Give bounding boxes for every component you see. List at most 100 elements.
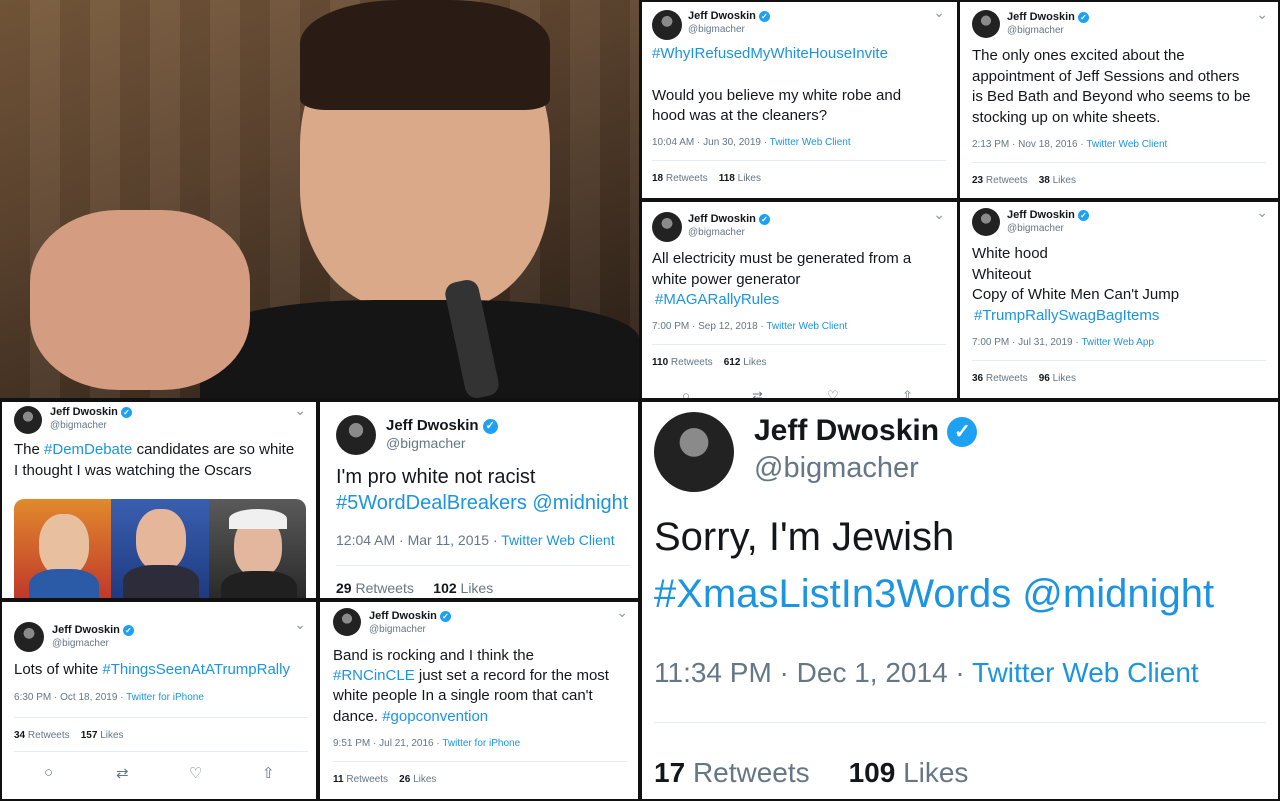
avatar[interactable] bbox=[336, 415, 376, 455]
tweet-card[interactable]: Jeff Dwoskin ✓ @bigmacher ⌄ Lots of whit… bbox=[2, 602, 316, 799]
chevron-down-icon[interactable]: ⌄ bbox=[933, 4, 945, 21]
user-handle[interactable]: @bigmacher bbox=[1007, 223, 1064, 234]
tweet-stats: 11 Retweets 26 Likes bbox=[333, 774, 436, 785]
tweet-card[interactable]: Jeff Dwoskin ✓ @bigmacher ⌄ Band is rock… bbox=[320, 602, 638, 799]
tweet-stats: 36 Retweets 96 Likes bbox=[972, 373, 1076, 384]
reply-icon[interactable]: ○ bbox=[682, 388, 690, 398]
retweet-count[interactable]: 110 bbox=[652, 357, 668, 368]
tweet-card[interactable]: Jeff Dwoskin ✓ @bigmacher I'm pro white … bbox=[320, 402, 638, 598]
like-count[interactable]: 96 bbox=[1039, 373, 1050, 384]
source-link[interactable]: Twitter Web App bbox=[1081, 337, 1154, 348]
tweet-meta: 7:00 PM · Sep 12, 2018 · Twitter Web Cli… bbox=[652, 321, 847, 332]
retweet-count[interactable]: 23 bbox=[972, 175, 983, 186]
tweet-card[interactable]: Jeff Dwoskin ✓ @bigmacher ⌄ #WhyIRefused… bbox=[642, 2, 957, 198]
hashtag-link[interactable]: #DemDebate bbox=[44, 441, 132, 458]
like-count[interactable]: 26 bbox=[399, 774, 410, 785]
like-icon[interactable]: ♡ bbox=[189, 764, 202, 782]
user-handle[interactable]: @bigmacher bbox=[369, 624, 426, 635]
retweet-count[interactable]: 18 bbox=[652, 173, 663, 184]
tweet-image[interactable] bbox=[14, 499, 306, 598]
likes-label: Likes bbox=[737, 173, 761, 184]
image-candidate-3 bbox=[208, 499, 306, 598]
retweet-count[interactable]: 36 bbox=[972, 373, 983, 384]
retweet-icon[interactable]: ⇄ bbox=[116, 764, 129, 782]
hashtag-link[interactable]: #WhyIRefusedMyWhiteHouseInvite bbox=[652, 45, 888, 62]
source-link[interactable]: Twitter Web Client bbox=[972, 657, 1199, 688]
user-name[interactable]: Jeff Dwoskin ✓ bbox=[369, 610, 451, 622]
hashtag-link[interactable]: #RNCinCLE bbox=[333, 667, 415, 684]
user-name-text: Jeff Dwoskin bbox=[1007, 209, 1075, 221]
hashtag-link[interactable]: #XmasListIn3Words @midnight bbox=[654, 572, 1214, 617]
like-count[interactable]: 118 bbox=[719, 173, 735, 184]
avatar[interactable] bbox=[972, 208, 1000, 236]
reply-icon[interactable]: ○ bbox=[44, 764, 53, 781]
verified-icon: ✓ bbox=[482, 418, 498, 434]
source-link[interactable]: Twitter Web Client bbox=[766, 321, 847, 332]
avatar[interactable] bbox=[14, 622, 44, 652]
avatar[interactable] bbox=[652, 10, 682, 40]
user-handle[interactable]: @bigmacher bbox=[688, 24, 745, 35]
user-handle[interactable]: @bigmacher bbox=[386, 435, 466, 451]
avatar[interactable] bbox=[654, 412, 734, 492]
user-name-text: Jeff Dwoskin bbox=[369, 610, 437, 622]
user-handle[interactable]: @bigmacher bbox=[52, 638, 109, 649]
retweet-count[interactable]: 34 bbox=[14, 730, 25, 741]
divider bbox=[333, 761, 627, 762]
timestamp: 11:34 PM · Dec 1, 2014 · bbox=[654, 657, 973, 688]
like-icon[interactable]: ♡ bbox=[827, 388, 839, 398]
chevron-down-icon[interactable]: ⌄ bbox=[933, 206, 945, 223]
tweet-stats: 23 Retweets 38 Likes bbox=[972, 175, 1076, 186]
source-link[interactable]: Twitter for iPhone bbox=[442, 738, 520, 749]
chevron-down-icon[interactable]: ⌄ bbox=[294, 402, 306, 419]
user-name[interactable]: Jeff Dwoskin ✓ bbox=[688, 10, 770, 22]
retweet-count[interactable]: 29 bbox=[336, 580, 352, 596]
hashtag-link[interactable]: #ThingsSeenAtATrumpRally bbox=[102, 661, 290, 678]
user-name[interactable]: Jeff Dwoskin ✓ bbox=[1007, 11, 1089, 23]
hashtag-link[interactable]: #MAGARallyRules bbox=[655, 291, 779, 308]
user-name[interactable]: Jeff Dwoskin ✓ bbox=[1007, 209, 1089, 221]
like-count[interactable]: 102 bbox=[433, 580, 456, 596]
tweet-card[interactable]: Jeff Dwoskin ✓ @bigmacher ⌄ The only one… bbox=[960, 2, 1278, 198]
avatar[interactable] bbox=[972, 10, 1000, 38]
like-count[interactable]: 109 bbox=[849, 757, 896, 788]
avatar[interactable] bbox=[333, 608, 361, 636]
source-link[interactable]: Twitter Web Client bbox=[770, 137, 851, 148]
retweet-icon[interactable]: ⇄ bbox=[752, 388, 763, 398]
user-handle[interactable]: @bigmacher bbox=[50, 420, 107, 431]
retweet-count[interactable]: 17 bbox=[654, 757, 685, 788]
hashtag-link[interactable]: #5WordDealBreakers @midnight bbox=[336, 492, 628, 515]
source-link[interactable]: Twitter for iPhone bbox=[126, 692, 204, 703]
verified-icon: ✓ bbox=[1077, 11, 1089, 23]
chevron-down-icon[interactable]: ⌄ bbox=[294, 616, 306, 633]
tweet-card[interactable]: Jeff Dwoskin ✓ @bigmacher ⌄ All electric… bbox=[642, 202, 957, 398]
like-count[interactable]: 157 bbox=[81, 730, 98, 741]
user-name[interactable]: Jeff Dwoskin ✓ bbox=[754, 414, 978, 448]
user-handle[interactable]: @bigmacher bbox=[688, 227, 745, 238]
tweet-card[interactable]: Jeff Dwoskin ✓ @bigmacher ⌄ The #DemDeba… bbox=[2, 402, 316, 598]
retweet-count[interactable]: 11 bbox=[333, 774, 344, 785]
share-icon[interactable]: ⇧ bbox=[902, 388, 913, 398]
tweet-card[interactable]: Jeff Dwoskin ✓ @bigmacher ⌄ White hood W… bbox=[960, 202, 1278, 398]
chevron-down-icon[interactable]: ⌄ bbox=[616, 604, 628, 621]
like-count[interactable]: 612 bbox=[724, 357, 741, 368]
like-count[interactable]: 38 bbox=[1039, 175, 1050, 186]
user-name[interactable]: Jeff Dwoskin ✓ bbox=[386, 417, 498, 434]
timestamp: 10:04 AM · Jun 30, 2019 · bbox=[652, 137, 770, 148]
user-handle[interactable]: @bigmacher bbox=[1007, 25, 1064, 36]
user-handle[interactable]: @bigmacher bbox=[754, 452, 919, 485]
retweets-label: Retweets bbox=[665, 173, 708, 184]
user-name-text: Jeff Dwoskin bbox=[688, 213, 756, 225]
user-name[interactable]: Jeff Dwoskin ✓ bbox=[52, 624, 134, 636]
tweet-card[interactable]: Jeff Dwoskin ✓ @bigmacher Sorry, I'm Jew… bbox=[642, 402, 1278, 799]
hashtag-link[interactable]: #gopconvention bbox=[382, 708, 488, 725]
share-icon[interactable]: ⇧ bbox=[262, 764, 275, 782]
source-link[interactable]: Twitter Web Client bbox=[1086, 139, 1167, 150]
chevron-down-icon[interactable]: ⌄ bbox=[1256, 6, 1268, 23]
avatar[interactable] bbox=[14, 406, 42, 434]
chevron-down-icon[interactable]: ⌄ bbox=[1256, 204, 1268, 221]
source-link[interactable]: Twitter Web Client bbox=[501, 532, 614, 548]
user-name[interactable]: Jeff Dwoskin ✓ bbox=[688, 213, 770, 225]
user-name[interactable]: Jeff Dwoskin ✓ bbox=[50, 406, 132, 418]
hashtag-link[interactable]: #TrumpRallySwagBagItems bbox=[974, 307, 1159, 324]
avatar[interactable] bbox=[652, 212, 682, 242]
